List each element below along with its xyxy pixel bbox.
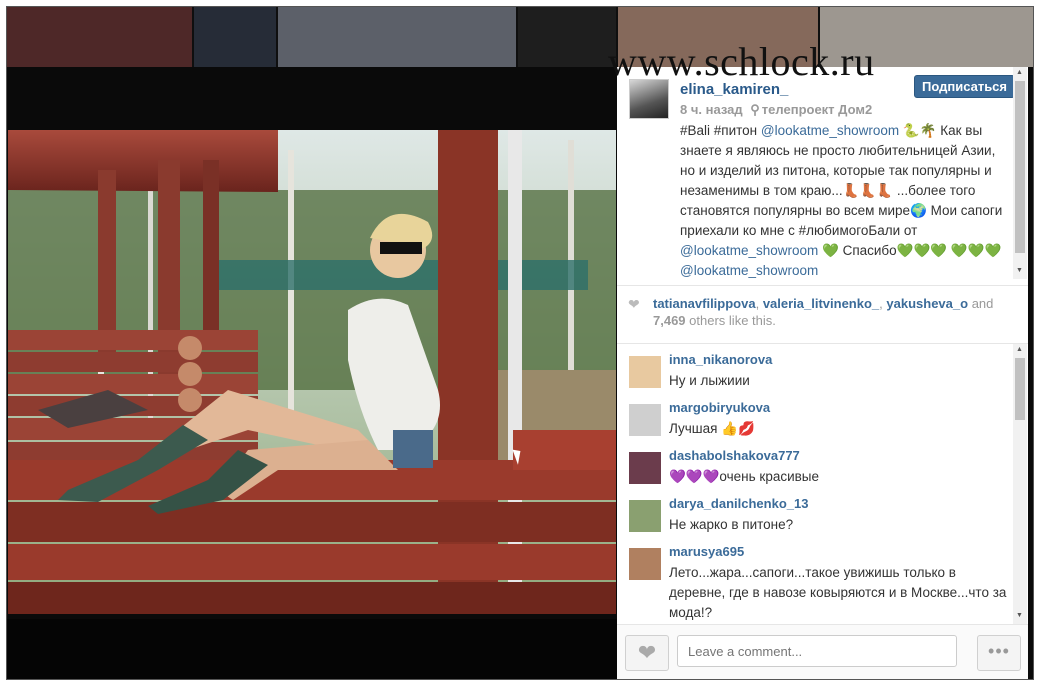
background-thumbnail (278, 7, 518, 67)
post-caption: #Bali #питон @lookatme_showroom 🐍🌴 Как в… (680, 121, 1010, 281)
watermark: www.schlock.ru (608, 39, 875, 84)
photo-letterbox (7, 619, 617, 679)
post-location[interactable]: телепроект Дом2 (762, 102, 872, 117)
avatar[interactable] (629, 452, 661, 484)
post-time[interactable]: 8 ч. назад (680, 102, 743, 117)
scroll-up-icon[interactable]: ▲ (1016, 69, 1023, 76)
comment-text: Не жарко в питоне? (669, 517, 794, 532)
caption-mention[interactable]: @lookatme_showroom (680, 243, 818, 258)
comment-username[interactable]: darya_danilchenko_13 (669, 496, 808, 511)
comment-username[interactable]: inna_nikanorova (669, 352, 772, 367)
comment-input[interactable] (677, 635, 957, 667)
likes-count[interactable]: 7,469 (653, 313, 686, 328)
caption-scrollbar[interactable]: ▲ ▼ (1013, 67, 1027, 279)
comments-scrollbar[interactable]: ▲ ▼ (1013, 344, 1027, 624)
comment-username[interactable]: dashabolshakova777 (669, 448, 800, 463)
likes-section: ❤ tatianavfilippova, valeria_litvinenko_… (617, 285, 1028, 344)
scroll-up-icon[interactable]: ▲ (1016, 346, 1023, 353)
avatar[interactable] (629, 404, 661, 436)
like-button[interactable]: ❤ (625, 635, 669, 671)
likes-suffix: others like this. (689, 313, 776, 328)
likes-and: and (971, 296, 994, 311)
caption-mention[interactable]: @lookatme_showroom (680, 263, 818, 278)
background-feed-strip (7, 7, 1033, 67)
heart-icon: ❤ (628, 296, 640, 312)
avatar[interactable] (629, 79, 669, 119)
avatar[interactable] (629, 356, 661, 388)
comment-username[interactable]: margobiryukova (669, 400, 770, 415)
caption-text: #Bali #питон (680, 123, 761, 138)
background-thumbnail (518, 7, 618, 67)
background-thumbnail (7, 7, 194, 67)
caption-text: 💚 Спасибо💚💚💚 💚💚💚 (818, 243, 1002, 258)
comment-username[interactable]: marusya695 (669, 544, 744, 559)
background-thumbnail (194, 7, 278, 67)
scroll-down-icon[interactable]: ▼ (1016, 267, 1023, 274)
like-user[interactable]: valeria_litvinenko_ (763, 296, 879, 311)
more-dots-icon[interactable]: ••• (977, 635, 1021, 671)
comment-text: Лучшая 👍💋 (669, 421, 755, 436)
scroll-down-icon[interactable]: ▼ (1016, 612, 1023, 619)
post-detail-panel: elina_kamiren_ Подписаться 8 ч. назад ⚲ т… (617, 67, 1028, 679)
caption-mention[interactable]: @lookatme_showroom (761, 123, 899, 138)
comment-item: darya_danilchenko_13 Не жарко в питоне? (629, 496, 1009, 540)
comment-bar: ❤ ••• (617, 624, 1028, 679)
comment-item: inna_nikanorova Ну и лыжиии (629, 352, 1009, 396)
comment-text: Ну и лыжиии (669, 373, 750, 388)
comment-text: Лето...жара...сапоги...такое увижишь тол… (669, 565, 1007, 620)
likes-text: tatianavfilippova, valeria_litvinenko_, … (653, 296, 994, 328)
comment-item: dashabolshakova777 💜💜💜очень красивые (629, 448, 1009, 492)
like-user[interactable]: tatianavfilippova (653, 296, 756, 311)
comment-text: 💜💜💜очень красивые (669, 469, 820, 484)
follow-button[interactable]: Подписаться (914, 75, 1016, 98)
post-photo (8, 130, 616, 614)
avatar[interactable] (629, 548, 661, 580)
avatar[interactable] (629, 500, 661, 532)
like-user[interactable]: yakusheva_o (886, 296, 968, 311)
comment-item: margobiryukova Лучшая 👍💋 (629, 400, 1009, 444)
comments-list: inna_nikanorova Ну и лыжиии margobiryuko… (617, 344, 1028, 621)
post-meta: 8 ч. назад ⚲ телепроект Дом2 (680, 102, 872, 118)
photo-illustration (8, 130, 616, 614)
post-header: elina_kamiren_ Подписаться 8 ч. назад ⚲ т… (617, 67, 1028, 286)
comment-item: marusya695 Лето...жара...сапоги...такое … (629, 544, 1009, 621)
caption-text: 🐍🌴 Как вы знаете я являюсь не просто люб… (680, 123, 1003, 238)
location-pin-icon: ⚲ (750, 102, 760, 117)
scrollbar-thumb[interactable] (1015, 358, 1025, 420)
heart-icon: ❤ (637, 640, 657, 665)
scrollbar-thumb[interactable] (1015, 81, 1025, 253)
